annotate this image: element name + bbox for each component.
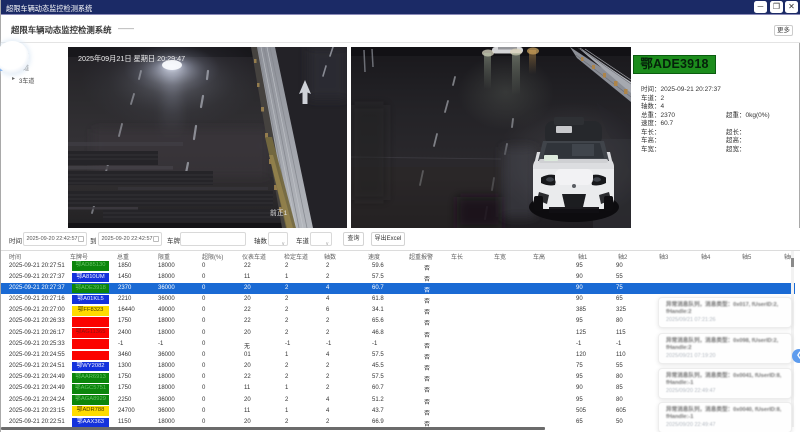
svg-text:2025年09月21日 星期日 20:29:47: 2025年09月21日 星期日 20:29:47 [78,54,185,63]
svg-text:前正1: 前正1 [270,208,288,217]
